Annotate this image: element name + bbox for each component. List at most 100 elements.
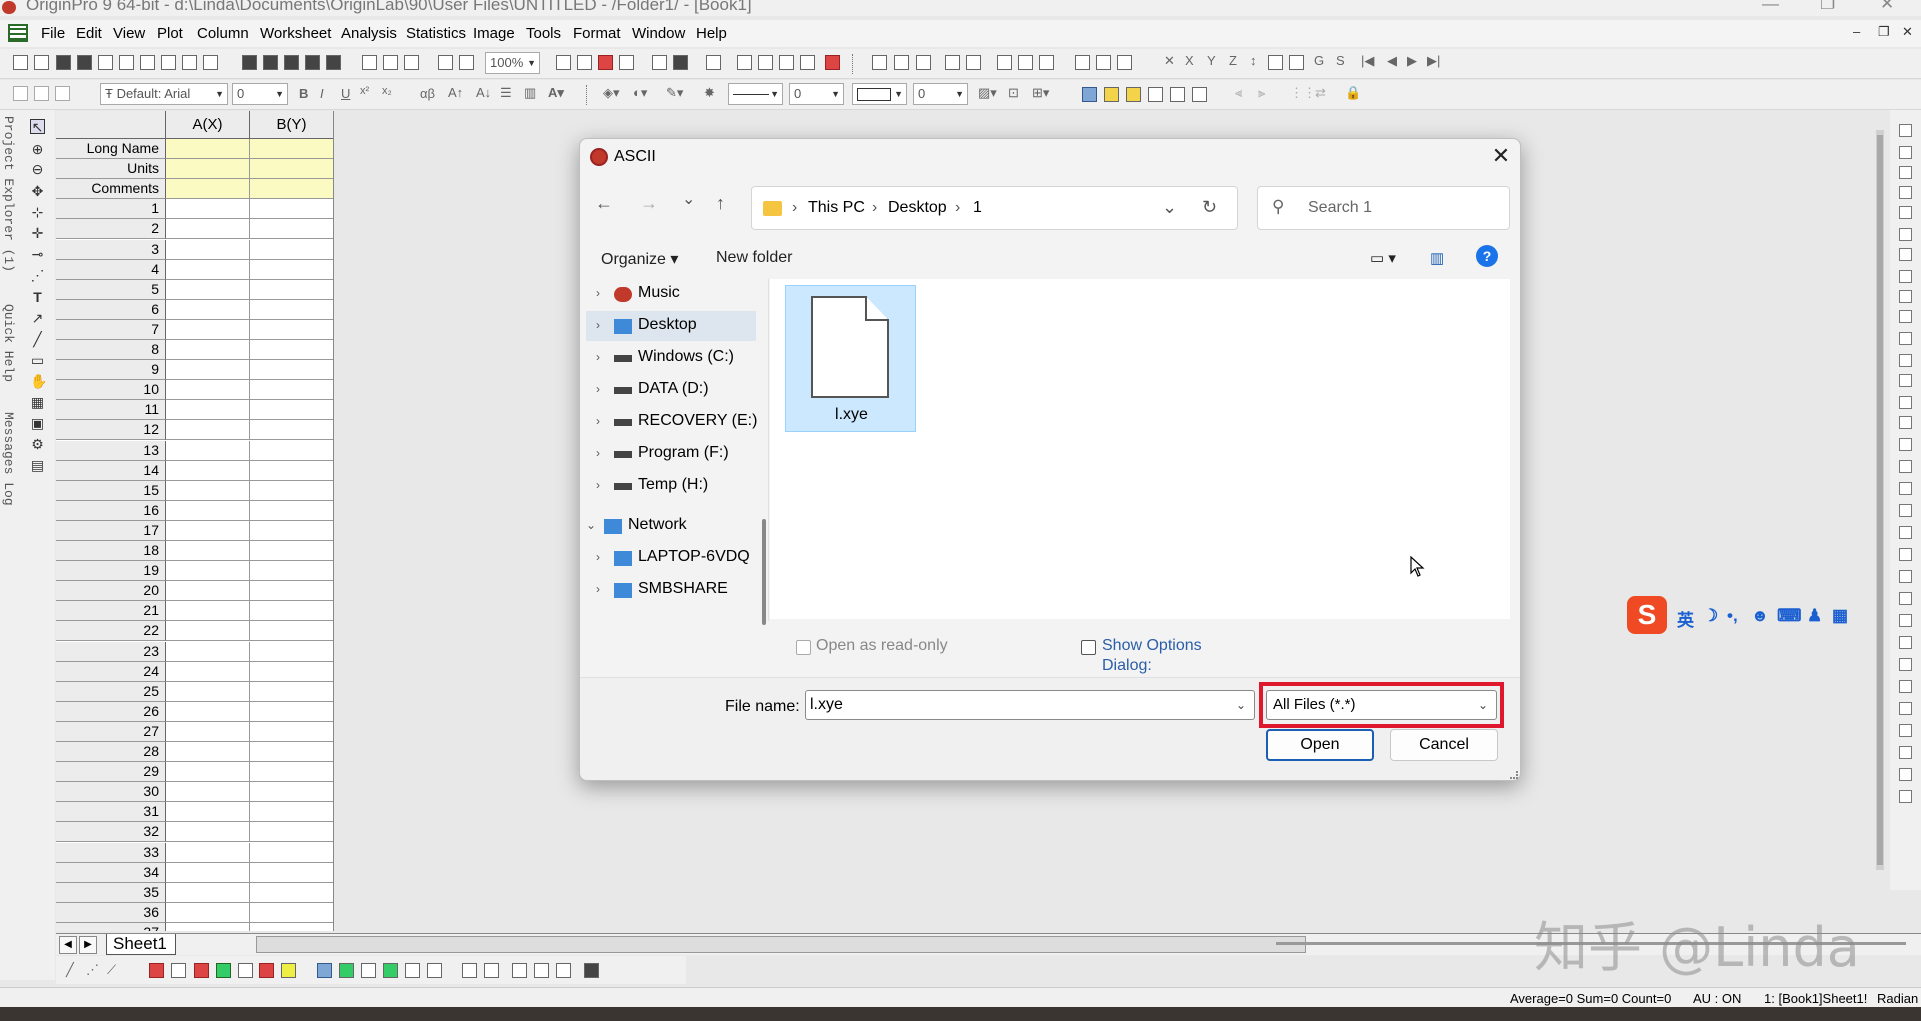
keyboard-icon[interactable]: ⌨ — [1777, 606, 1802, 626]
file-item[interactable]: l.xye — [785, 285, 916, 432]
menu-edit[interactable]: Edit — [76, 25, 102, 42]
bring-front-icon[interactable] — [1104, 87, 1119, 102]
worksheet-cell[interactable] — [166, 520, 250, 541]
worksheet-cell[interactable] — [250, 440, 333, 461]
worksheet-cell[interactable] — [166, 440, 250, 461]
worksheet-cell[interactable] — [250, 259, 333, 280]
worksheet-cell[interactable] — [166, 259, 250, 280]
meta-row-label[interactable]: Long Name — [56, 139, 166, 160]
row-number[interactable]: 26 — [56, 701, 166, 722]
project-explorer-icon[interactable] — [706, 55, 721, 70]
graph-tool-icon[interactable] — [1899, 526, 1912, 539]
area-plot-icon[interactable] — [216, 963, 231, 978]
new-workbook-icon[interactable] — [56, 55, 71, 70]
open-template-icon[interactable] — [263, 55, 278, 70]
worksheet-query-icon[interactable] — [758, 55, 773, 70]
3d-wall-icon[interactable] — [405, 963, 420, 978]
tree-item[interactable]: › DATA (D:) — [586, 375, 756, 405]
open-readonly-checkbox[interactable] — [796, 640, 811, 655]
graph-tool-icon[interactable] — [1899, 374, 1912, 387]
menu-tools[interactable]: Tools — [526, 25, 561, 42]
text-tool-icon[interactable]: T — [30, 290, 45, 305]
fill-color-icon[interactable]: ◈▾ — [603, 85, 620, 101]
duplicate-icon[interactable] — [438, 55, 453, 70]
breadcrumb-folder-1[interactable]: 1 — [973, 199, 982, 217]
subscript-button[interactable]: x₂ — [382, 85, 392, 97]
align-objects-icon[interactable] — [1192, 87, 1207, 102]
tab-project-explorer[interactable]: Project Explorer (1) — [1, 116, 16, 272]
align-right-icon[interactable]: ⫸ — [1258, 85, 1265, 101]
command-window-icon[interactable] — [673, 55, 688, 70]
menu-plot[interactable]: Plot — [157, 25, 183, 42]
graph-tool-icon[interactable] — [1899, 310, 1912, 323]
worksheet-cell[interactable] — [166, 159, 250, 180]
worksheet-cell[interactable] — [166, 842, 250, 863]
scrollbar-thumb[interactable] — [1877, 135, 1883, 865]
table-border-icon[interactable]: ⊡ — [1008, 85, 1019, 101]
menu-statistics[interactable]: Statistics — [406, 25, 466, 42]
row-number[interactable]: 1 — [56, 199, 166, 220]
menu-analysis[interactable]: Analysis — [341, 25, 397, 42]
row-number[interactable]: 36 — [56, 902, 166, 923]
graph-tool-icon[interactable] — [1899, 548, 1912, 561]
copy-icon[interactable] — [34, 86, 49, 101]
screen-reader-icon[interactable]: ⊹ — [30, 205, 45, 220]
tree-item[interactable]: › Music — [586, 279, 756, 309]
pattern-select[interactable]: ▼ — [852, 83, 907, 105]
graph-tool-icon[interactable] — [1899, 438, 1912, 451]
row-number[interactable]: 32 — [56, 822, 166, 843]
worksheet-cell[interactable] — [250, 601, 333, 622]
script-window-icon[interactable] — [619, 55, 634, 70]
cancel-button[interactable]: Cancel — [1390, 729, 1498, 761]
graph-tool-icon[interactable] — [1899, 354, 1912, 367]
open-excel-icon[interactable] — [284, 55, 299, 70]
worksheet-cell[interactable] — [250, 802, 333, 823]
graph-tool-icon[interactable] — [1899, 124, 1912, 137]
worksheet-cell[interactable] — [250, 520, 333, 541]
ungroup-icon[interactable] — [1170, 87, 1185, 102]
row-number[interactable]: 5 — [56, 279, 166, 300]
contour-plot-icon[interactable] — [171, 963, 186, 978]
image-tool-icon[interactable]: ▣ — [30, 416, 45, 431]
graph-tool-icon[interactable] — [1899, 614, 1912, 627]
open-icon[interactable] — [242, 55, 257, 70]
menu-view[interactable]: View — [113, 25, 145, 42]
new-folder-icon[interactable] — [34, 55, 49, 70]
row-number[interactable]: 7 — [56, 319, 166, 340]
worksheet-cell[interactable] — [250, 420, 333, 441]
address-bar[interactable]: › This PC › Desktop › 1 ⌄ ↻ — [751, 186, 1238, 230]
sort-icon[interactable] — [916, 55, 931, 70]
graph-tool-icon[interactable] — [1899, 592, 1912, 605]
emoji-icon[interactable]: ☻ — [1751, 606, 1769, 626]
worksheet-cell[interactable] — [250, 842, 333, 863]
line-symbol-plot-icon[interactable]: ⟋ — [107, 962, 116, 978]
worksheet-cell[interactable] — [250, 561, 333, 582]
worksheet-cell[interactable] — [166, 400, 250, 421]
extract-layer-icon[interactable] — [484, 963, 499, 978]
worksheet-cell[interactable] — [166, 420, 250, 441]
worksheet-cell[interactable] — [250, 721, 333, 742]
draw-data-icon[interactable]: ⋰ — [30, 268, 45, 283]
graph-tool-icon[interactable] — [1899, 270, 1912, 283]
new-excel-icon[interactable] — [77, 55, 92, 70]
tree-item[interactable]: › RECOVERY (E:) — [586, 407, 757, 437]
worksheet-cell[interactable] — [250, 340, 333, 361]
tree-item[interactable]: › LAPTOP-6VDQ — [586, 543, 756, 573]
worksheet-cell[interactable] — [166, 862, 250, 883]
tree-item[interactable]: › SMBSHARE — [586, 575, 756, 605]
row-number[interactable]: 2 — [56, 219, 166, 240]
tree-item[interactable]: › Temp (H:) — [586, 471, 756, 501]
move-right-icon[interactable]: ▶ — [1407, 53, 1417, 69]
worksheet-cell[interactable] — [166, 299, 250, 320]
tab-quick-help[interactable]: Quick Help — [1, 304, 16, 382]
row-number[interactable]: 22 — [56, 621, 166, 642]
tree-item[interactable]: › Windows (C:) — [586, 343, 756, 373]
graph-tool-icon[interactable] — [1899, 790, 1912, 803]
row-number[interactable]: 29 — [56, 762, 166, 783]
zoom-in-icon[interactable]: ⊕ — [30, 142, 45, 157]
pointer-icon[interactable]: ↖ — [30, 119, 45, 135]
increase-font-icon[interactable]: A↑ — [448, 85, 463, 100]
save-project-icon[interactable] — [305, 55, 320, 70]
menu-column[interactable]: Column — [197, 25, 249, 42]
row-number[interactable]: 12 — [56, 420, 166, 441]
